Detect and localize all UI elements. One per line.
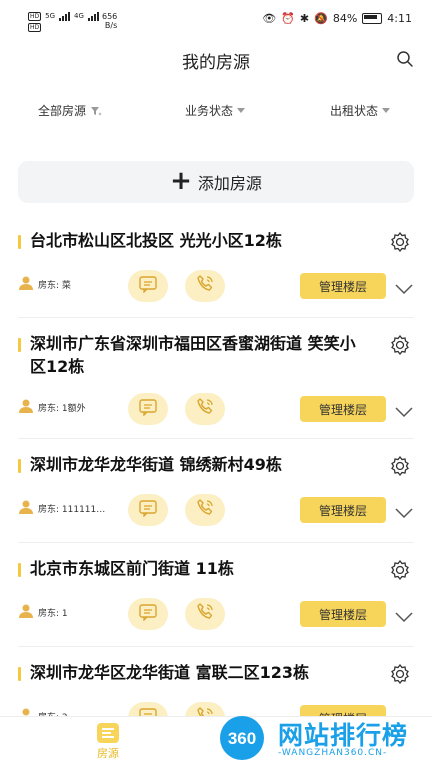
message-button[interactable] [128,393,168,425]
filter-label: 出租状态 [330,104,379,118]
filter-rental-status[interactable]: 出租状态 [330,102,391,119]
bluetooth-icon: ✱ [299,12,310,25]
mute-icon: 🔕 [314,12,328,25]
search-icon[interactable] [396,50,414,68]
filter-bar: 全部房源 业务状态 出租状态 [0,102,432,122]
signal-label-2: 4G [74,11,84,20]
watermark: 360 网站排行榜 -WANGZHAN360.CN- [216,712,426,764]
net-speed-value: 656 [102,12,118,21]
tab-label: 房源 [97,747,119,760]
chevron-down-icon[interactable] [394,504,414,519]
manage-floors-button[interactable]: 管理楼层 [300,273,386,299]
manage-floors-button[interactable]: 管理楼层 [300,601,386,627]
message-button[interactable] [128,494,168,526]
message-button[interactable] [128,270,168,302]
accent-bar [18,459,21,473]
message-icon [138,499,158,521]
call-button[interactable] [185,494,225,526]
gear-icon[interactable] [388,662,412,686]
owner-name: 房东: 1 [38,609,68,619]
user-icon [18,499,34,518]
sim-status: HD 5G 4G HD [28,11,99,32]
divider [18,317,414,318]
owner-info: 房东: 111111… [18,499,120,518]
property-tab-icon [97,723,119,743]
user-icon [18,398,34,417]
signal-label-1: 5G [45,11,56,20]
chevron-down-icon[interactable] [394,403,414,418]
owner-info: 房东: 菜 [18,275,120,294]
hd-icon: HD [28,23,42,32]
gear-icon[interactable] [388,230,412,254]
system-icons: 👁 ⏰ ✱ 🔕 84% 4:11 [262,12,412,25]
tab-properties[interactable]: 房源 [90,723,126,761]
accent-bar [18,563,21,577]
watermark-logo: 360 [220,716,264,760]
message-icon [138,398,158,420]
manage-floors-button[interactable]: 管理楼层 [300,497,386,523]
hd-icon: HD [28,11,42,21]
gear-icon[interactable] [388,454,412,478]
chevron-down-icon[interactable] [394,608,414,623]
alarm-icon: ⏰ [281,12,295,25]
property-address: 深圳市龙华区龙华街道 富联二区123栋 [30,663,309,682]
net-speed-unit: B/s [104,21,118,30]
accent-bar [18,667,21,681]
manage-floors-button[interactable]: 管理楼层 [300,396,386,422]
owner-name: 房东: 111111… [38,505,106,515]
accent-bar [18,338,21,352]
call-button[interactable] [185,393,225,425]
property-address: 深圳市龙华龙华街道 锦绣新村49栋 [30,455,282,474]
gear-icon[interactable] [388,333,412,357]
phone-icon [195,498,215,522]
filter-label: 业务状态 [185,104,234,118]
status-bar: HD 5G 4G HD 656 B/s 👁 ⏰ ✱ 🔕 84% 4:11 [0,0,432,40]
user-icon [18,275,34,294]
gear-icon[interactable] [388,558,412,582]
plus-icon: + [170,166,192,196]
property-address: 北京市东城区前门街道 11栋 [30,559,234,578]
call-button[interactable] [185,598,225,630]
message-button[interactable] [128,598,168,630]
clock: 4:11 [387,12,412,25]
phone-icon [195,602,215,626]
property-address: 台北市松山区北投区 光光小区12栋 [30,231,282,250]
owner-info: 房东: 1 [18,603,120,622]
page-title: 我的房源 [182,53,250,73]
divider [18,438,414,439]
divider [18,542,414,543]
add-property-label: 添加房源 [197,174,262,193]
owner-name: 房东: 菜 [38,281,71,291]
message-icon [138,275,158,297]
filter-all-properties[interactable]: 全部房源 [38,102,102,119]
battery-icon [362,13,383,24]
user-icon [18,603,34,622]
funnel-icon [91,106,102,115]
add-property-button[interactable]: + 添加房源 [18,161,414,203]
signal-icon [59,11,71,21]
accent-bar [18,235,21,249]
divider [18,646,414,647]
property-address: 深圳市广东省深圳市福田区香蜜湖街道 笑笑小区12栋 [30,334,356,376]
filter-business-status[interactable]: 业务状态 [185,102,246,119]
phone-icon [195,397,215,421]
watermark-title: 网站排行榜 [278,721,409,750]
watermark-url: -WANGZHAN360.CN- [278,748,388,758]
filter-label: 全部房源 [38,104,87,118]
owner-info: 房东: 1额外 [18,398,120,417]
battery-percent: 84% [332,12,358,25]
caret-down-icon [237,108,246,113]
signal-icon [87,11,99,21]
caret-down-icon [382,108,391,113]
svg-text:360: 360 [228,729,256,748]
call-button[interactable] [185,270,225,302]
chevron-down-icon[interactable] [394,280,414,295]
message-icon [138,603,158,625]
net-speed: 656 B/s [102,12,117,30]
phone-icon [195,274,215,298]
owner-name: 房东: 1额外 [38,404,86,414]
eye-icon: 👁 [262,12,277,25]
